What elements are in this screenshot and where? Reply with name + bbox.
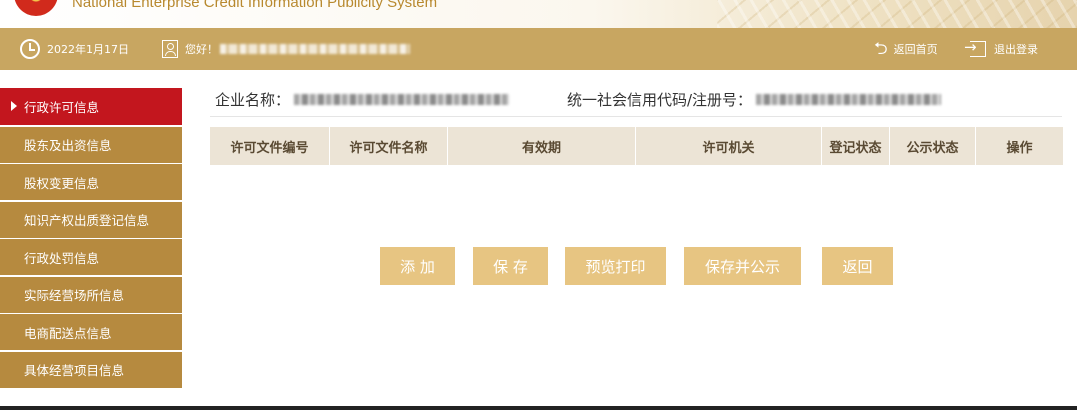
redacted-company-name [294, 94, 510, 105]
sidebar-item-label: 股东及出资信息 [24, 138, 112, 153]
redacted-credit-code [756, 94, 942, 105]
sidebar-item-shareholders[interactable]: 股东及出资信息 [0, 126, 182, 163]
license-table-header: 许可文件编号 许可文件名称 有效期 许可机关 登记状态 公示状态 操作 [210, 127, 1063, 165]
sidebar-item-business-projects[interactable]: 具体经营项目信息 [0, 351, 182, 388]
column-header: 登记状态 [822, 127, 890, 165]
return-arrow-icon: ⮌ [874, 38, 888, 59]
user-greeting: 您好！ [162, 28, 410, 70]
save-button[interactable]: 保 存 [473, 247, 548, 285]
sidebar-item-label: 行政处罚信息 [24, 250, 100, 266]
user-icon [162, 40, 178, 58]
column-header: 许可文件名称 [330, 127, 448, 165]
sidebar-item-administrative-license[interactable]: 行政许可信息 [0, 88, 182, 125]
status-bar: 2022年1月17日 您好！ ⮌ 返回首页 退出登录 [0, 28, 1077, 70]
sidebar-item-ecommerce-delivery[interactable]: 电商配送点信息 [0, 314, 182, 350]
top-banner: National Enterprise Credit Information P… [0, 0, 1077, 28]
bottom-border [0, 406, 1077, 410]
sidebar-item-label: 具体经营项目信息 [24, 363, 125, 378]
redacted-username [220, 44, 410, 54]
sidebar-nav: 行政许可信息 股东及出资信息 股权变更信息 知识产权出质登记信息 行政处罚信息 … [0, 88, 182, 389]
banner-decoration [717, 0, 1077, 28]
sidebar-item-business-premises[interactable]: 实际经营场所信息 [0, 276, 182, 313]
sidebar-item-administrative-penalty[interactable]: 行政处罚信息 [0, 239, 182, 275]
column-header: 公示状态 [890, 127, 976, 165]
column-header: 有效期 [448, 127, 636, 165]
sidebar-item-equity-change[interactable]: 股权变更信息 [0, 164, 182, 200]
sidebar-item-label: 股权变更信息 [24, 175, 100, 191]
back-home-link[interactable]: ⮌ 返回首页 [874, 28, 938, 70]
national-emblem-icon [14, 0, 58, 16]
add-button[interactable]: 添 加 [380, 247, 455, 285]
back-button[interactable]: 返回 [822, 247, 893, 285]
preview-print-button[interactable]: 预览打印 [565, 247, 666, 285]
sidebar-item-label: 行政许可信息 [24, 100, 100, 115]
sidebar-item-label: 知识产权出质登记信息 [24, 213, 150, 228]
sidebar-item-ip-pledge[interactable]: 知识产权出质登记信息 [0, 201, 182, 238]
greeting-text: 您好！ [185, 43, 218, 56]
column-header: 许可机关 [636, 127, 822, 165]
caret-right-icon [11, 101, 17, 111]
back-home-label: 返回首页 [893, 43, 938, 56]
column-header: 许可文件编号 [210, 127, 330, 165]
date-display: 2022年1月17日 [20, 28, 129, 70]
company-name-label: 企业名称： [215, 91, 291, 109]
date-text: 2022年1月17日 [47, 43, 129, 56]
credit-code-field: 统一社会信用代码/注册号： [567, 89, 942, 110]
site-title: National Enterprise Credit Information P… [72, 0, 438, 11]
logout-icon [964, 38, 986, 57]
credit-code-label: 统一社会信用代码/注册号： [567, 91, 753, 109]
sidebar-item-label: 实际经营场所信息 [24, 288, 125, 303]
column-header: 操作 [1006, 140, 1033, 156]
logout-link[interactable]: 退出登录 [964, 28, 1038, 70]
sidebar-item-label: 电商配送点信息 [24, 325, 112, 341]
save-publish-button[interactable]: 保存并公示 [684, 247, 801, 285]
logout-label: 退出登录 [994, 43, 1038, 56]
company-name-field: 企业名称： [215, 89, 510, 110]
divider [210, 116, 1062, 117]
clock-icon [20, 39, 40, 59]
